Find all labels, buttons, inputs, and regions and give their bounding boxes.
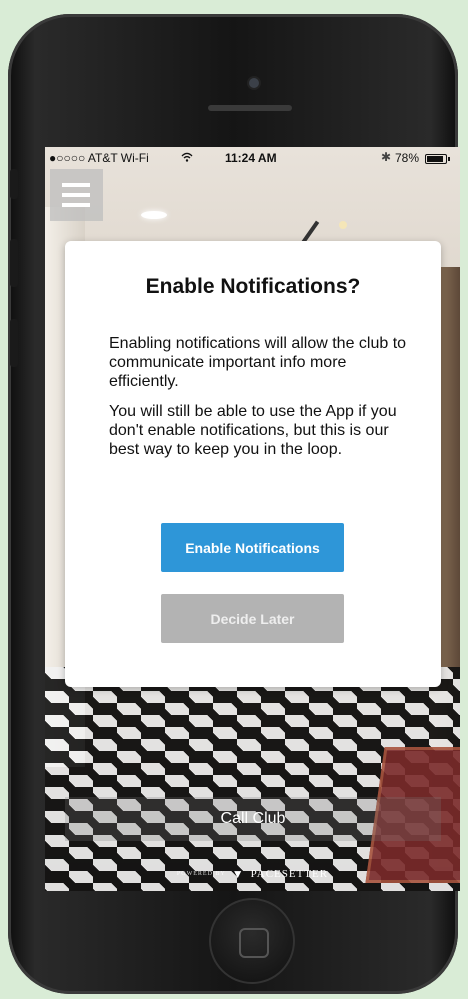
mute-switch xyxy=(10,169,18,199)
status-bar: ●○○○○ AT&T Wi-Fi 11:24 AM ✱ 78% xyxy=(45,147,460,169)
call-club-button[interactable]: Call Club xyxy=(65,797,441,841)
bluetooth-icon: ✱ xyxy=(381,150,392,164)
volume-down-button xyxy=(10,319,18,367)
earpiece-speaker xyxy=(208,105,292,111)
volume-up-button xyxy=(10,239,18,287)
battery-percent: 78% xyxy=(395,151,420,165)
phone-device: ●○○○○ AT&T Wi-Fi 11:24 AM ✱ 78% Enable N… xyxy=(8,14,460,994)
clock: 11:24 AM xyxy=(225,151,277,165)
decide-later-button[interactable]: Decide Later xyxy=(161,594,344,643)
chandelier-bulb xyxy=(339,221,347,229)
ceiling-light xyxy=(141,211,167,219)
home-button[interactable] xyxy=(209,898,295,984)
pacesetter-logo-icon: ▼ xyxy=(231,866,245,881)
notification-permission-dialog: Enable Notifications? Enabling notificat… xyxy=(65,241,441,687)
brand-footer: POWERED BY ▼ PACESETTER xyxy=(45,857,460,891)
brand-name: PACESETTER xyxy=(250,868,329,880)
battery-icon xyxy=(425,154,450,164)
dialog-paragraph-1: Enabling notifications will allow the cl… xyxy=(109,335,407,390)
menu-line xyxy=(62,203,90,207)
menu-line xyxy=(62,193,90,197)
dialog-paragraph-2: You will still be able to use the App if… xyxy=(109,403,397,458)
powered-by-label: POWERED BY xyxy=(176,871,226,877)
dialog-title: Enable Notifications? xyxy=(145,275,361,298)
carrier-label: ●○○○○ AT&T Wi-Fi xyxy=(49,151,149,165)
wifi-icon xyxy=(181,152,193,162)
enable-notifications-button[interactable]: Enable Notifications xyxy=(161,523,344,572)
front-camera xyxy=(249,78,259,88)
hamburger-menu-button[interactable] xyxy=(50,169,103,221)
app-screen: ●○○○○ AT&T Wi-Fi 11:24 AM ✱ 78% Enable N… xyxy=(45,147,460,891)
home-square-icon xyxy=(239,928,269,958)
dialog-body: Enabling notifications will allow the cl… xyxy=(109,334,409,470)
hamburger-menu-icon xyxy=(62,183,90,187)
